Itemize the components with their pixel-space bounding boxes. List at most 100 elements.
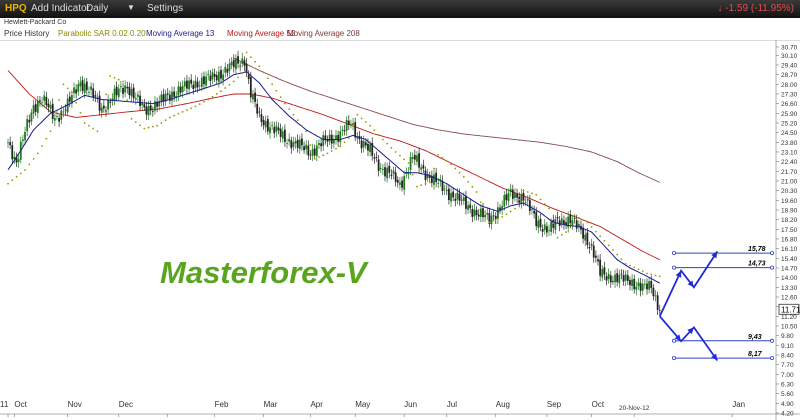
sar-dot <box>194 105 197 108</box>
candle-body <box>183 81 186 87</box>
candle-body <box>102 105 105 109</box>
candle-body <box>266 119 269 132</box>
settings-button[interactable]: Settings <box>147 3 183 14</box>
sar-dot <box>386 142 389 145</box>
x-tick-label: Aug <box>496 400 510 409</box>
candle-body <box>524 201 527 203</box>
sar-dot <box>646 272 648 275</box>
legend-ma208[interactable]: Moving Average 208 <box>287 29 360 38</box>
candle-body <box>490 215 493 225</box>
sar-dot <box>620 258 623 261</box>
legend-ma52[interactable]: Moving Average 52 <box>227 29 295 38</box>
sar-dot <box>164 119 167 122</box>
candle-body <box>641 283 644 291</box>
candle-body <box>347 120 350 125</box>
candle-body <box>151 111 154 112</box>
candle-body <box>53 117 56 121</box>
legend-price-history[interactable]: Price History <box>4 29 49 38</box>
candle-body <box>81 80 84 91</box>
candle-body <box>337 134 340 142</box>
sar-dot <box>249 56 252 59</box>
x-tick-label: May <box>355 400 370 409</box>
candle-body <box>624 274 627 281</box>
period-dropdown[interactable]: Daily <box>86 3 108 14</box>
legend-ma13[interactable]: Moving Average 13 <box>146 29 214 38</box>
sar-dot <box>573 214 576 217</box>
candle-body <box>207 74 210 76</box>
legend-sar[interactable]: Parabolic SAR 0.02 0.20 <box>58 29 146 38</box>
x-tick-label: Jul <box>447 400 457 409</box>
chart-frame <box>0 40 800 420</box>
sar-dot <box>607 244 610 247</box>
y-tick-label: 15.40 <box>781 256 798 263</box>
candle-body <box>30 112 33 122</box>
candle-body <box>85 81 88 91</box>
projection-label: 14,73 <box>748 261 766 268</box>
candle-body <box>277 127 280 131</box>
projection-levels: 15,78 14,73 9,43 8,17 <box>672 246 775 361</box>
candle-body <box>190 79 193 84</box>
candle-body <box>588 247 591 249</box>
candle-body <box>143 104 146 108</box>
sar-dot <box>11 179 14 182</box>
candle-body <box>109 101 112 103</box>
candle-body <box>115 86 118 96</box>
candle-body <box>68 96 71 102</box>
candle-body <box>88 91 90 93</box>
candle-body <box>545 226 548 233</box>
candle-body <box>516 193 518 198</box>
x-tick-label: Jun <box>404 400 417 409</box>
candle-body <box>563 220 565 225</box>
candle-body <box>22 139 24 142</box>
y-tick-label: 29.40 <box>781 62 798 69</box>
y-axis: 30.7030.10 29.40 28.70 28.00 27.30 26.60 25.90… <box>776 45 798 418</box>
sar-dot <box>637 268 640 271</box>
candle-body <box>614 274 616 283</box>
candle-body <box>305 144 308 150</box>
candle-body <box>626 275 629 281</box>
candle-body <box>469 204 472 209</box>
candle-body <box>47 103 50 108</box>
y-tick-label: 13.30 <box>781 285 798 292</box>
sar-dot <box>186 109 188 111</box>
price-chart[interactable]: 30.7030.10 29.40 28.70 28.00 27.30 26.60 25.90… <box>0 40 800 420</box>
candle-body <box>281 131 284 139</box>
candle-body <box>650 281 653 288</box>
sar-dot <box>471 186 474 188</box>
candle-body <box>456 192 459 200</box>
candle-body <box>322 135 325 146</box>
candle-body <box>56 116 58 118</box>
candle-body <box>203 76 205 85</box>
add-indicator-button[interactable]: Add Indicator <box>31 3 90 14</box>
ticker-symbol[interactable]: HPQ <box>5 3 27 14</box>
candle-body <box>313 148 316 156</box>
candle-body <box>484 214 487 218</box>
sar-dot <box>364 121 367 123</box>
candle-body <box>134 98 137 100</box>
candle-body <box>511 189 514 199</box>
candle-body <box>117 88 120 97</box>
sar-dot <box>560 233 563 236</box>
candle-body <box>51 103 54 119</box>
projection-end-dot <box>770 251 775 256</box>
candle-body <box>479 208 482 217</box>
sar-dot <box>458 171 461 174</box>
chevron-down-icon[interactable]: ▼ <box>127 3 135 12</box>
candle-body <box>528 200 531 211</box>
candle-body <box>548 230 550 231</box>
candle-body <box>77 84 80 92</box>
sar-dot <box>347 137 350 140</box>
candle-body <box>73 87 75 94</box>
candle-body <box>130 88 133 97</box>
candle-body <box>601 268 604 278</box>
sar-dot <box>390 146 393 149</box>
sar-dot <box>279 96 282 99</box>
candle-body <box>616 273 619 283</box>
candle-body <box>320 143 323 147</box>
sar-dot <box>228 83 231 86</box>
candle-body <box>556 217 559 219</box>
sar-dot <box>420 184 423 187</box>
candle-body <box>137 94 139 97</box>
candle-body <box>301 138 303 146</box>
candle-body <box>36 101 39 113</box>
